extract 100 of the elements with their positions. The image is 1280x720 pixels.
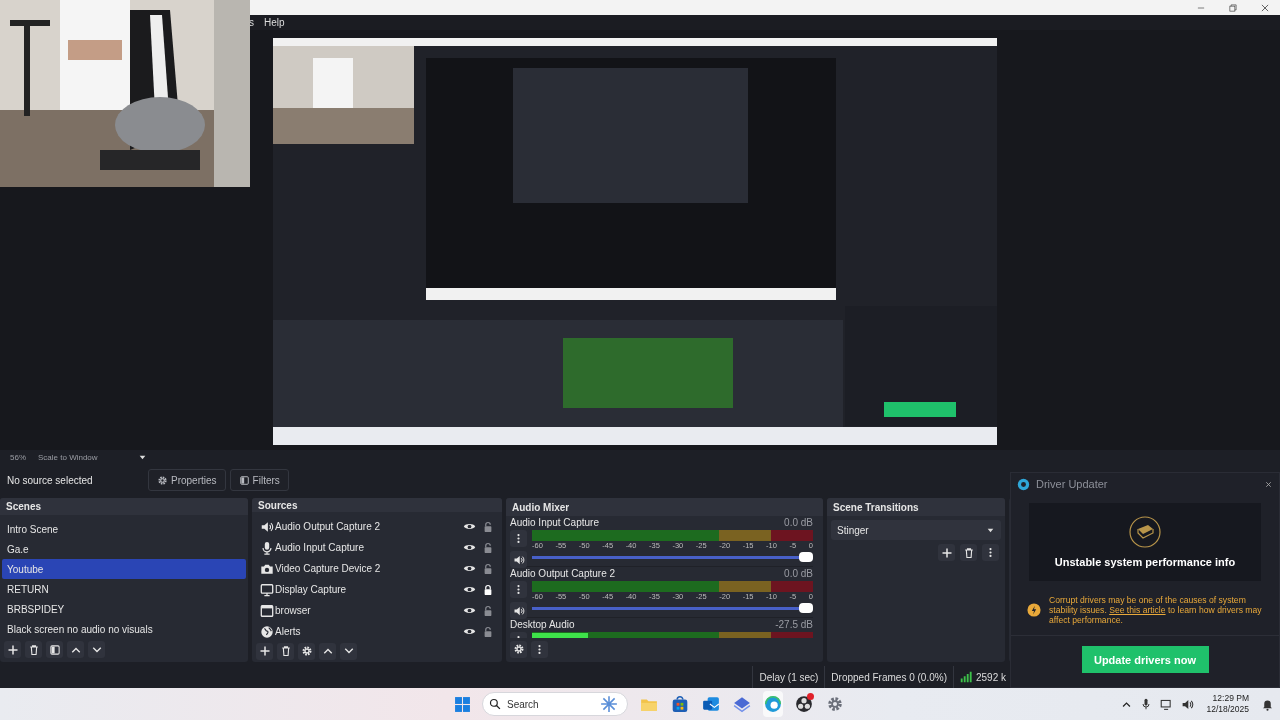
source-name[interactable]: Alerts (275, 626, 462, 638)
source-name[interactable]: Video Capture Device 2 (275, 563, 462, 575)
channel-menu-button[interactable] (510, 581, 527, 598)
mute-button[interactable] (510, 602, 527, 619)
menu-item[interactable]: s (249, 17, 254, 28)
microphone-icon[interactable] (1140, 698, 1153, 710)
monitor-icon (260, 582, 274, 597)
plus-icon (6, 643, 19, 656)
monitor-icon[interactable] (1160, 697, 1174, 711)
panel-title: Sources (258, 499, 298, 511)
signal-bars-icon (959, 671, 972, 683)
add-button[interactable] (938, 544, 955, 561)
windows-logo-icon[interactable] (454, 695, 471, 713)
volume-reading: 0.0 dB (784, 517, 813, 528)
filter-icon (48, 643, 61, 656)
search-icon (489, 698, 501, 710)
filters-button[interactable] (46, 641, 63, 659)
app-logo-icon (1017, 477, 1030, 491)
scene-item[interactable]: Intro Scene (2, 519, 246, 540)
panel-title: Scenes (6, 501, 42, 513)
date-text: 12/18/2025 (1206, 704, 1249, 715)
microphone-icon (260, 540, 274, 555)
panel-title: Scene Transitions (833, 501, 919, 513)
speaker-icon (512, 553, 525, 566)
source-name[interactable]: browser (275, 605, 462, 617)
advanced-audio-button[interactable] (510, 640, 527, 658)
globe-icon (260, 624, 274, 639)
browser-icon[interactable] (763, 691, 783, 717)
info-heading: Unstable system performance info (1054, 556, 1236, 568)
remove-button[interactable] (277, 642, 294, 660)
unlocked-icon[interactable] (482, 541, 494, 554)
dropped-frames: Dropped Frames 0 (0.0%) (831, 671, 947, 683)
warning-text: Corrupt drivers may be one of the causes of system stability issues. See this article to learn how drivers may affect performance. (1049, 595, 1263, 625)
add-button[interactable] (4, 641, 21, 659)
zoom-level: 56% (10, 452, 26, 462)
scene-item[interactable]: Youtube (2, 559, 246, 580)
unlocked-icon[interactable] (482, 604, 494, 617)
move-down-button[interactable] (88, 641, 105, 659)
source-name[interactable]: Audio Input Capture (275, 542, 462, 554)
trash-icon (279, 645, 292, 658)
locked-icon[interactable] (482, 583, 494, 596)
settings-button[interactable] (298, 642, 315, 660)
mixer-menu-button[interactable] (531, 640, 548, 658)
unlocked-icon[interactable] (482, 562, 494, 575)
transition-dropdown[interactable]: Stinger (831, 520, 1001, 540)
add-button[interactable] (256, 642, 273, 660)
volume-reading: -27.5 dB (775, 619, 813, 630)
channel-name: Desktop Audio (510, 619, 575, 630)
scene-item[interactable]: Ga.e (2, 539, 246, 560)
unlocked-icon[interactable] (482, 625, 494, 638)
trash-icon (962, 546, 975, 559)
scene-item[interactable]: Black screen no audio no visuals (2, 619, 246, 640)
menu-item[interactable]: Help (264, 17, 285, 28)
scene-item[interactable]: RETURN (2, 579, 246, 600)
remove-button[interactable] (960, 544, 977, 561)
volume-icon[interactable] (1181, 697, 1195, 711)
restore-icon[interactable] (1228, 2, 1238, 13)
trash-icon (27, 643, 40, 656)
warning-icon (1027, 603, 1041, 617)
browser-window-icon (260, 603, 274, 618)
source-status: No source selected (7, 474, 94, 486)
unlocked-icon[interactable] (482, 520, 494, 533)
slider-thumb[interactable] (799, 552, 813, 562)
channel-name: Audio Output Capture 2 (510, 568, 616, 579)
move-up-button[interactable] (67, 641, 84, 659)
volume-reading: 0.0 dB (784, 568, 813, 579)
plus-icon (940, 546, 953, 559)
source-name[interactable]: Display Capture (275, 584, 462, 596)
mute-button[interactable] (510, 551, 527, 568)
speaker-icon (512, 604, 525, 617)
hardware-chip-icon (1129, 516, 1161, 548)
bitrate: 2592 k (975, 671, 1006, 683)
delay-status: Delay (1 sec) (759, 671, 819, 683)
popup-title: Driver Updater (1036, 478, 1109, 490)
channel-name: Audio Input Capture (510, 517, 599, 528)
channel-menu-button[interactable] (510, 530, 527, 547)
slider-thumb[interactable] (799, 603, 813, 613)
filter-icon (238, 474, 250, 486)
scale-dropdown[interactable]: Scale to Window (38, 452, 147, 462)
notification-bell-icon[interactable] (1261, 697, 1274, 711)
notification-badge (807, 693, 814, 700)
gears-icon (512, 643, 525, 655)
close-icon[interactable] (1264, 479, 1273, 489)
snowflakes-icon (600, 695, 618, 713)
close-icon[interactable] (1260, 2, 1270, 13)
move-up-button[interactable] (319, 642, 336, 660)
filters-button[interactable]: Filters (229, 469, 289, 491)
transition-menu-button[interactable] (982, 544, 999, 561)
remove-button[interactable] (25, 641, 42, 659)
properties-button[interactable]: Properties (148, 469, 226, 491)
article-link[interactable]: See this article (1109, 605, 1166, 615)
time-text: 12:29 PM (1212, 693, 1249, 704)
scene-item[interactable]: BRBSPIDEY (2, 599, 246, 620)
gear-icon (157, 474, 168, 486)
panel-title: Audio Mixer (512, 501, 570, 513)
search-field[interactable]: Search (482, 692, 628, 716)
clock[interactable]: 12:29 PM 12/18/2025 (1206, 693, 1249, 715)
source-name[interactable]: Audio Output Capture 2 (275, 521, 462, 533)
move-down-button[interactable] (340, 642, 357, 660)
gear-icon (300, 645, 313, 658)
